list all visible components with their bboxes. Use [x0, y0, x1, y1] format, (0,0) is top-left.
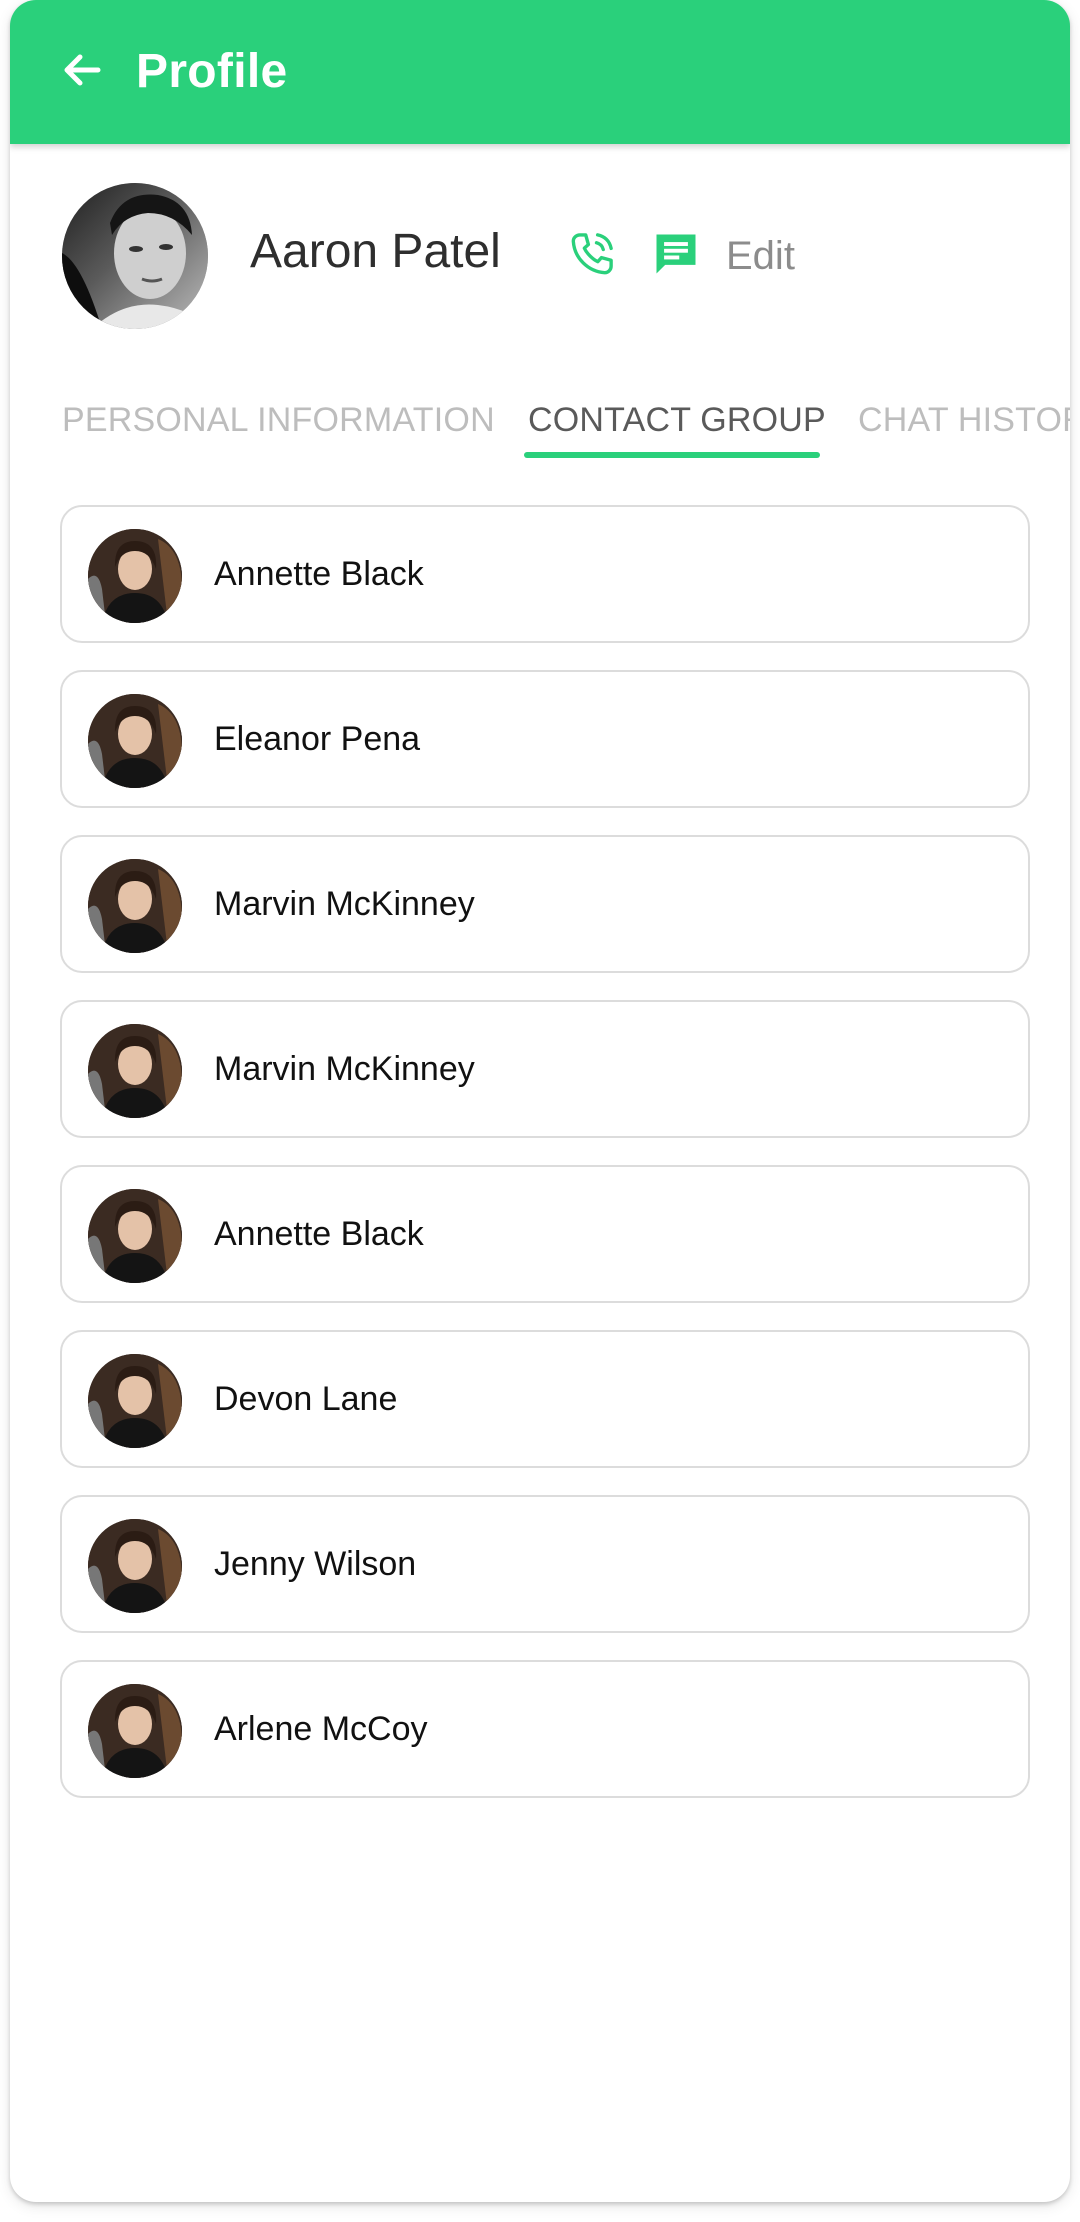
contact-item[interactable]: Marvin McKinney [60, 835, 1030, 973]
contact-name: Arlene McCoy [214, 1710, 428, 1748]
tab-chat-history[interactable]: CHAT HISTORY [858, 398, 1070, 442]
contact-avatar [88, 1519, 182, 1613]
contact-item[interactable]: Annette Black [60, 1165, 1030, 1303]
back-button[interactable] [50, 40, 114, 104]
page-title: Profile [136, 45, 288, 98]
profile-name: Aaron Patel [250, 225, 501, 278]
contact-name: Eleanor Pena [214, 720, 421, 758]
contact-avatar [88, 859, 182, 953]
contact-avatar [88, 1684, 182, 1778]
contact-avatar [88, 1354, 182, 1448]
contact-name: Marvin McKinney [214, 1050, 475, 1088]
contact-avatar [88, 1024, 182, 1118]
contact-name: Annette Black [214, 1215, 424, 1253]
tab-personal-information[interactable]: PERSONAL INFORMATION [62, 398, 495, 442]
contact-item[interactable]: Marvin McKinney [60, 1000, 1030, 1138]
contact-item[interactable]: Annette Black [60, 505, 1030, 643]
contact-item[interactable]: Arlene McCoy [60, 1660, 1030, 1798]
edit-button[interactable]: Edit [726, 230, 795, 282]
contact-list: Annette Black Eleanor Pena Marvin McKinn… [60, 505, 1030, 1825]
active-tab-indicator [524, 452, 820, 458]
message-button[interactable] [646, 226, 706, 286]
contact-name: Jenny Wilson [214, 1545, 417, 1583]
contact-name: Devon Lane [214, 1380, 398, 1418]
profile-screen: Profile Aaron Patel Edit PERSONAL INFORM… [10, 0, 1070, 2202]
contact-name: Annette Black [214, 555, 424, 593]
contact-item[interactable]: Jenny Wilson [60, 1495, 1030, 1633]
contact-avatar [88, 529, 182, 623]
call-button[interactable] [562, 226, 622, 286]
contact-item[interactable]: Devon Lane [60, 1330, 1030, 1468]
phone-icon [565, 227, 619, 286]
contact-avatar [88, 1189, 182, 1283]
contact-name: Marvin McKinney [214, 885, 475, 923]
message-icon [650, 228, 702, 285]
contact-item[interactable]: Eleanor Pena [60, 670, 1030, 808]
contact-avatar [88, 694, 182, 788]
tab-contact-group[interactable]: CONTACT GROUP [528, 398, 826, 442]
profile-avatar [62, 183, 208, 329]
arrow-left-icon [58, 46, 106, 99]
app-bar: Profile [10, 0, 1070, 144]
